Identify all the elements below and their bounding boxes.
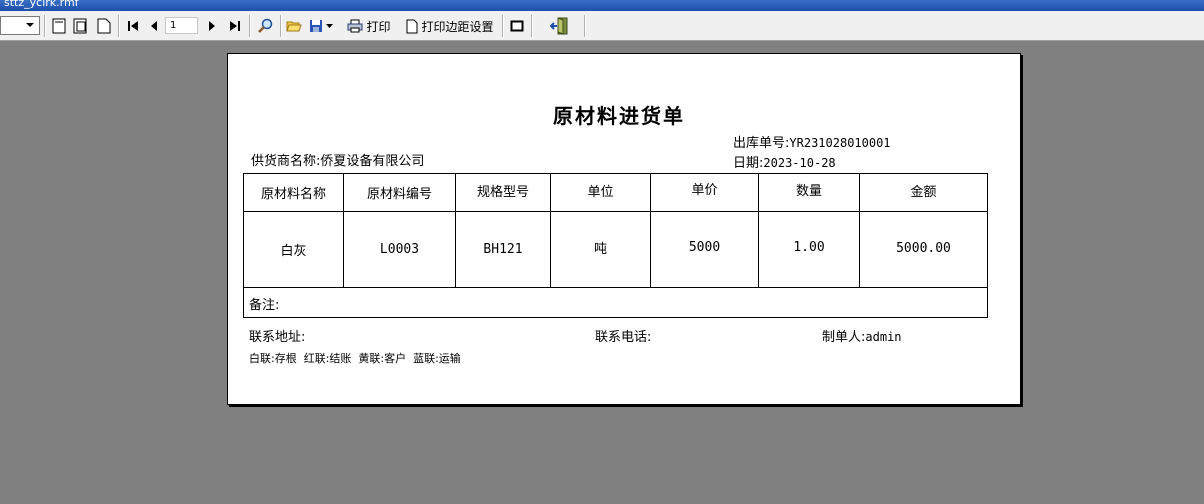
print-margin-settings-button[interactable]: 打印边距设置 bbox=[402, 15, 498, 37]
exit-button[interactable] bbox=[546, 15, 572, 37]
supplier-label: 供货商名称: bbox=[251, 154, 321, 169]
page-icon bbox=[97, 18, 111, 34]
open-button[interactable] bbox=[284, 15, 304, 37]
report-toolbar: 1 打印 打印边距设置 bbox=[0, 11, 1204, 41]
single-page-icon bbox=[52, 18, 66, 34]
document-maker: 制单人:admin bbox=[822, 326, 902, 345]
order-number-value: YR231028010001 bbox=[789, 136, 891, 150]
page-width-view-button[interactable] bbox=[94, 15, 114, 37]
folder-open-icon bbox=[286, 21, 302, 32]
column-header-quantity: 数量 bbox=[795, 184, 822, 199]
table-divider bbox=[244, 287, 987, 288]
exit-door-icon bbox=[550, 17, 568, 35]
printer-icon bbox=[347, 19, 363, 33]
toolbar-separator bbox=[531, 15, 533, 37]
table-cell-unit: 吨 bbox=[593, 242, 607, 257]
contact-address-label: 联系地址: bbox=[249, 330, 306, 345]
contact-phone-label: 联系电话: bbox=[595, 330, 652, 345]
supplier-name: 供货商名称:侨夏设备有限公司 bbox=[251, 150, 424, 169]
toolbar-separator bbox=[584, 15, 586, 37]
window-title: sttz_yclrk.rmf bbox=[4, 0, 79, 9]
print-button[interactable]: 打印 bbox=[345, 15, 393, 37]
table-cell-quantity: 1.00 bbox=[793, 240, 825, 255]
save-button[interactable] bbox=[307, 15, 335, 37]
single-page-view-button[interactable] bbox=[49, 15, 69, 37]
two-page-view-button[interactable] bbox=[71, 15, 91, 37]
remark-label: 备注: bbox=[249, 298, 280, 313]
square-icon bbox=[510, 20, 524, 32]
last-page-icon bbox=[230, 21, 240, 31]
column-header-spec: 规格型号 bbox=[476, 185, 529, 200]
toolbar-separator bbox=[44, 15, 46, 37]
table-cell-material-name: 白灰 bbox=[280, 244, 307, 259]
date-label: 日期: bbox=[733, 156, 764, 171]
toolbar-separator bbox=[249, 15, 251, 37]
date-value: 2023-10-28 bbox=[763, 156, 836, 170]
first-page-icon bbox=[128, 21, 138, 31]
maker-label: 制单人: bbox=[822, 330, 866, 345]
order-number-label: 出库单号: bbox=[733, 136, 790, 151]
maker-value: admin bbox=[865, 330, 902, 344]
order-number: 出库单号:YR231028010001 bbox=[733, 132, 891, 151]
two-page-icon bbox=[73, 18, 87, 34]
next-page-button[interactable] bbox=[204, 15, 220, 37]
supplier-value: 侨夏设备有限公司 bbox=[320, 154, 425, 169]
materials-table: 原材料名称 原材料编号 规格型号 单位 单价 数量 金额 白灰 L0003 BH… bbox=[243, 173, 988, 318]
page-number-input[interactable]: 1 bbox=[165, 17, 198, 34]
report-page: 原材料进货单 出库单号:YR231028010001 供货商名称:侨夏设备有限公… bbox=[227, 53, 1021, 405]
first-page-button[interactable] bbox=[124, 15, 142, 37]
chevron-down-icon[interactable] bbox=[23, 18, 37, 33]
zoom-combo[interactable] bbox=[0, 16, 40, 35]
last-page-button[interactable] bbox=[226, 15, 244, 37]
column-header-unit-price: 单价 bbox=[691, 183, 718, 198]
table-cell-spec: BH121 bbox=[483, 242, 523, 257]
print-margin-settings-label: 打印边距设置 bbox=[421, 19, 494, 34]
table-cell-amount: 5000.00 bbox=[896, 241, 951, 256]
toolbar-separator bbox=[502, 15, 504, 37]
previous-page-icon bbox=[151, 21, 157, 31]
table-cell-unit-price: 5000 bbox=[688, 240, 721, 255]
floppy-disk-icon bbox=[310, 20, 322, 32]
column-header-material-code: 原材料编号 bbox=[366, 187, 432, 202]
find-button[interactable] bbox=[254, 15, 276, 37]
table-cell-material-code: L0003 bbox=[379, 242, 420, 257]
column-header-amount: 金额 bbox=[910, 185, 937, 200]
column-header-unit: 单位 bbox=[587, 185, 614, 200]
window-title-bar: sttz_yclrk.rmf bbox=[0, 0, 1204, 11]
next-page-icon bbox=[209, 21, 215, 31]
previous-page-button[interactable] bbox=[146, 15, 162, 37]
page-setup-icon bbox=[406, 19, 418, 33]
chevron-down-icon bbox=[326, 24, 333, 28]
document-date: 日期:2023-10-28 bbox=[733, 152, 836, 171]
fullscreen-button[interactable] bbox=[507, 15, 527, 37]
print-label: 打印 bbox=[366, 19, 391, 34]
magnifier-icon bbox=[258, 18, 273, 33]
document-title: 原材料进货单 bbox=[553, 104, 685, 128]
toolbar-separator bbox=[118, 15, 120, 37]
toolbar-separator bbox=[280, 15, 282, 37]
column-header-material-name: 原材料名称 bbox=[260, 187, 326, 202]
copies-note: 白联:存根 红联:结账 黄联:客户 蓝联:运输 bbox=[249, 352, 461, 365]
